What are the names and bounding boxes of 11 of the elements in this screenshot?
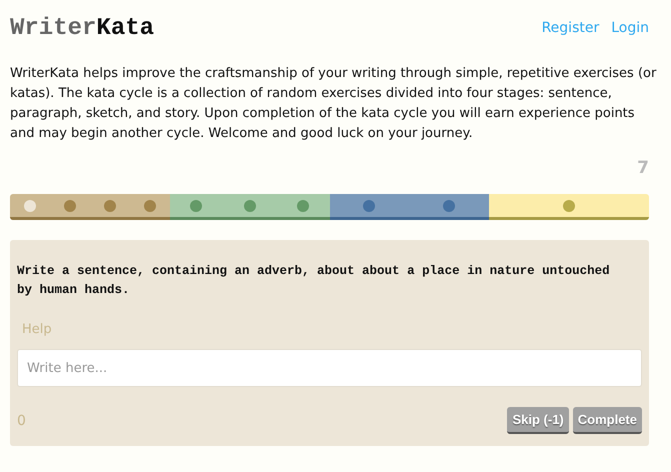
exercise-prompt: Write a sentence, containing an adverb, about about a place in nature untouched by human hands.	[17, 263, 611, 299]
nav-link[interactable]: Login	[611, 20, 649, 36]
complete-button[interactable]: Complete	[572, 407, 642, 434]
answer-field[interactable]: Write here...	[17, 349, 642, 387]
logo[interactable]: WriterKata	[10, 14, 154, 42]
skip-button[interactable]: Skip (-1)	[507, 407, 569, 434]
points-count: 7	[637, 158, 649, 178]
word-count: 0	[17, 412, 26, 428]
help-link[interactable]: Help	[22, 322, 52, 337]
intro-paragraph: WriterKata helps improve the craftsmanship of your writing through simple, repetitive exercises (or katas). The kata cycle is a collection of random exercises divided into four stages: sentence, paragraph, sketch, and story. Upon completion of the kata cycle you will earn experience points and may begin another cycle. Welcome and good luck on your journey.	[10, 65, 658, 143]
nav-link[interactable]: Register	[542, 20, 600, 36]
